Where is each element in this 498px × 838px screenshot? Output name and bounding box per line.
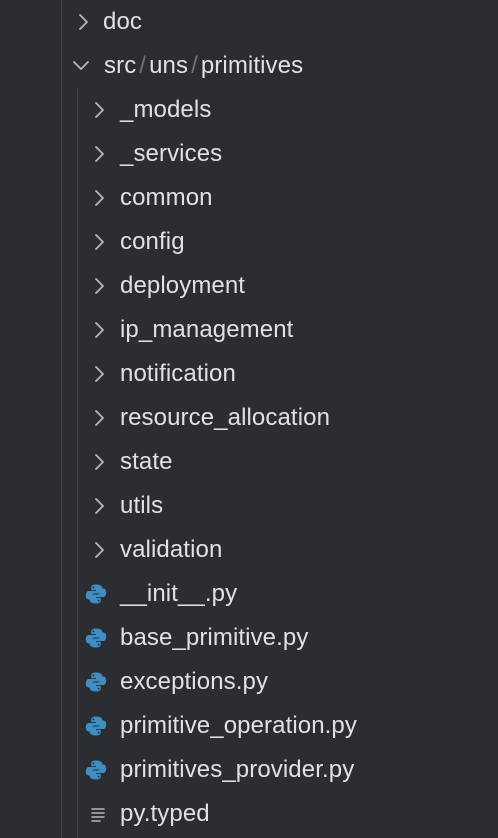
chevron-right-icon[interactable] bbox=[90, 101, 108, 119]
tree-folder-ip-management[interactable]: ip_management bbox=[0, 308, 498, 352]
chevron-right-icon[interactable] bbox=[90, 541, 108, 559]
chevron-right-icon[interactable] bbox=[90, 497, 108, 515]
tree-node-label: __init__.py bbox=[120, 580, 238, 607]
tree-folder-models[interactable]: _models bbox=[0, 88, 498, 132]
tree-folder-services[interactable]: _services bbox=[0, 132, 498, 176]
project-tree: doc src / uns / primitives _models _serv… bbox=[0, 0, 498, 838]
tree-node-label: _models bbox=[120, 96, 212, 123]
chevron-right-icon[interactable] bbox=[90, 409, 108, 427]
text-file-icon bbox=[86, 802, 110, 826]
tree-folder-resource-allocation[interactable]: resource_allocation bbox=[0, 396, 498, 440]
tree-node-label: _services bbox=[120, 140, 223, 167]
tree-node-label: primitive_operation.py bbox=[120, 712, 357, 739]
python-file-icon bbox=[84, 714, 108, 738]
chevron-right-icon[interactable] bbox=[74, 13, 92, 31]
tree-node-doc[interactable]: doc bbox=[0, 0, 498, 44]
path-separator: / bbox=[139, 52, 147, 79]
tree-node-label: doc bbox=[103, 8, 142, 35]
python-file-icon bbox=[84, 670, 108, 694]
tree-folder-state[interactable]: state bbox=[0, 440, 498, 484]
chevron-right-icon[interactable] bbox=[90, 233, 108, 251]
chevron-right-icon[interactable] bbox=[90, 321, 108, 339]
python-file-icon bbox=[84, 582, 108, 606]
tree-node-label: resource_allocation bbox=[120, 404, 331, 431]
path-separator: / bbox=[191, 52, 198, 79]
chevron-right-icon[interactable] bbox=[90, 453, 108, 471]
path-part-primitives: primitives bbox=[200, 52, 304, 79]
tree-node-label: ip_management bbox=[120, 316, 294, 343]
tree-node-label: utils bbox=[120, 492, 164, 519]
tree-node-label: deployment bbox=[120, 272, 246, 299]
tree-node-label: notification bbox=[120, 360, 236, 387]
path-part-uns: uns bbox=[149, 52, 189, 79]
tree-folder-utils[interactable]: utils bbox=[0, 484, 498, 528]
tree-file-primitive-operation-py[interactable]: primitive_operation.py bbox=[0, 704, 498, 748]
tree-node-label: exceptions.py bbox=[120, 668, 269, 695]
tree-node-label: base_primitive.py bbox=[120, 624, 309, 651]
tree-node-label: config bbox=[120, 228, 185, 255]
tree-node-primitives-package[interactable]: src / uns / primitives bbox=[0, 44, 498, 88]
tree-file-init-py[interactable]: __init__.py bbox=[0, 572, 498, 616]
tree-node-label: common bbox=[120, 184, 213, 211]
chevron-right-icon[interactable] bbox=[90, 189, 108, 207]
tree-folder-config[interactable]: config bbox=[0, 220, 498, 264]
tree-node-label: py.typed bbox=[120, 800, 210, 827]
tree-folder-common[interactable]: common bbox=[0, 176, 498, 220]
path-part-src: src bbox=[104, 52, 137, 79]
tree-folder-notification[interactable]: notification bbox=[0, 352, 498, 396]
chevron-right-icon[interactable] bbox=[90, 365, 108, 383]
tree-file-py-typed[interactable]: py.typed bbox=[0, 792, 498, 836]
tree-file-primitives-provider-py[interactable]: primitives_provider.py bbox=[0, 748, 498, 792]
tree-node-label: validation bbox=[120, 536, 223, 563]
chevron-right-icon[interactable] bbox=[90, 277, 108, 295]
tree-node-label: state bbox=[120, 448, 173, 475]
tree-folder-validation[interactable]: validation bbox=[0, 528, 498, 572]
tree-file-exceptions-py[interactable]: exceptions.py bbox=[0, 660, 498, 704]
tree-file-base-primitive-py[interactable]: base_primitive.py bbox=[0, 616, 498, 660]
chevron-right-icon[interactable] bbox=[90, 145, 108, 163]
tree-node-label: primitives_provider.py bbox=[120, 756, 355, 783]
python-file-icon bbox=[84, 758, 108, 782]
tree-folder-deployment[interactable]: deployment bbox=[0, 264, 498, 308]
python-file-icon bbox=[84, 626, 108, 650]
chevron-down-icon[interactable] bbox=[72, 57, 90, 75]
